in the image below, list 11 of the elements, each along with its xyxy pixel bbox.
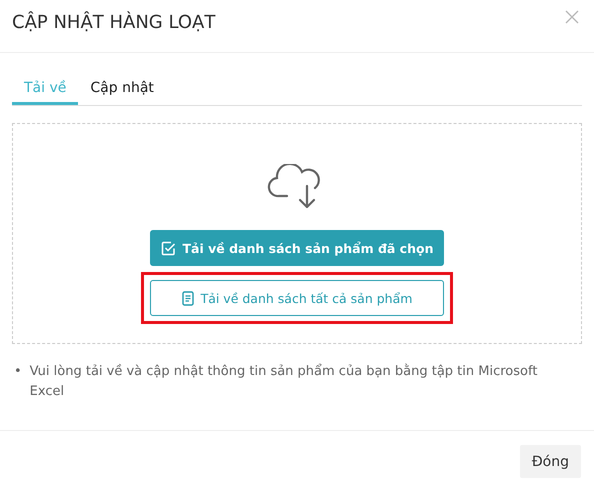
tab[interactable]: Cập nhật	[78, 73, 166, 105]
tab[interactable]: Tải về	[12, 73, 78, 105]
bullet: •	[14, 363, 22, 381]
checkbox-icon	[160, 240, 176, 256]
document-icon	[182, 290, 194, 306]
download-button[interactable]: Tải về danh sách tất cả sản phẩm	[150, 280, 444, 316]
close-button[interactable]: Đóng	[520, 445, 581, 478]
dialog-title: CẬP NHẬT HÀNG LOẠT	[12, 11, 216, 35]
download-button[interactable]: Tải về danh sách sản phẩm đã chọn	[150, 230, 444, 266]
note-text: Vui lòng tải về và cập nhật thông tin sản phẩm của bạn bằng tập tin Microsoft Excel	[30, 362, 538, 401]
close-icon[interactable]	[565, 10, 579, 24]
